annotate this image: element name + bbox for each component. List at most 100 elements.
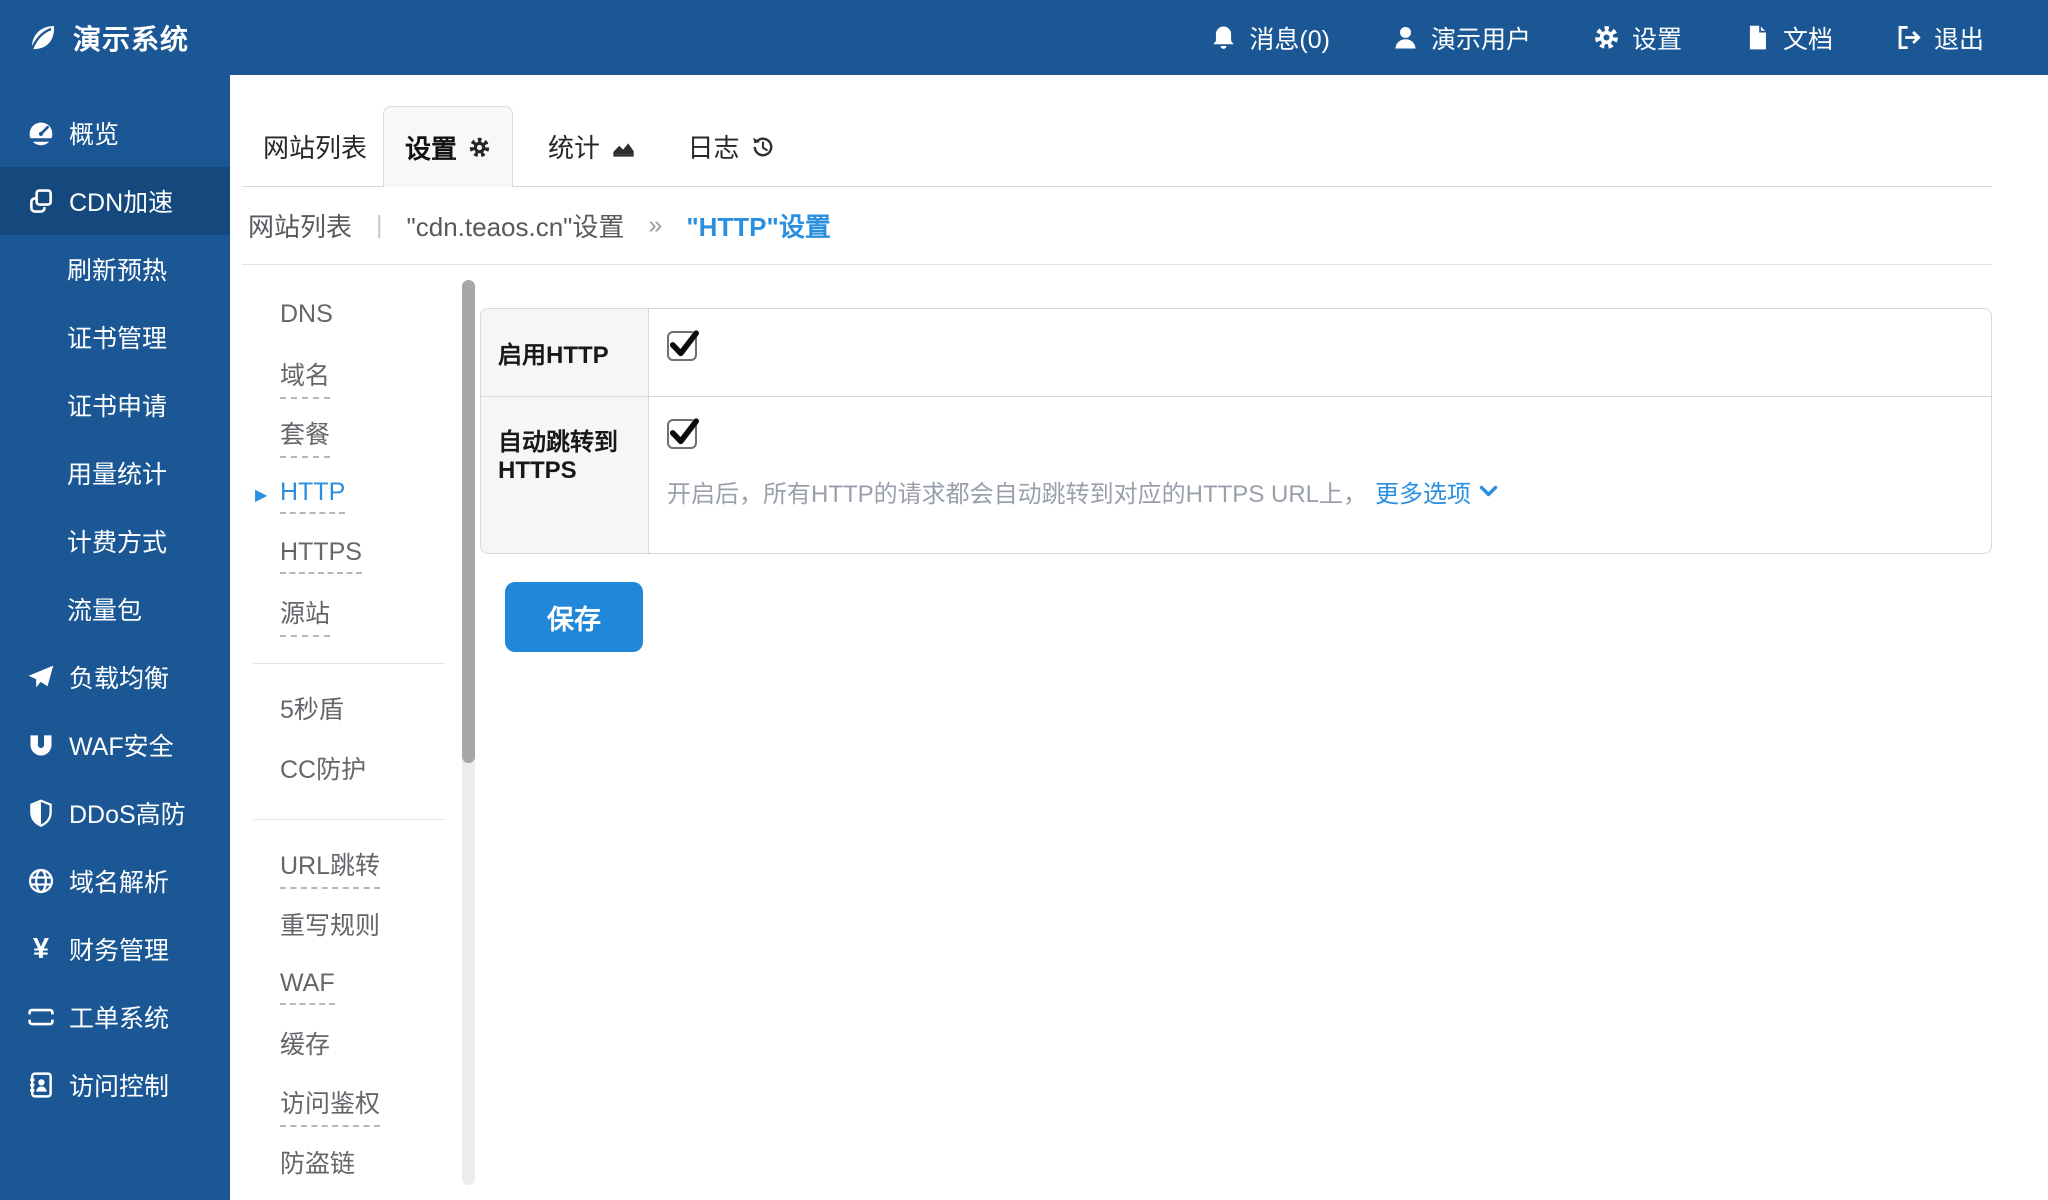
copy-icon [27, 187, 55, 215]
submenu-item-label: 防盗链 [280, 1144, 355, 1187]
globe-icon [27, 867, 55, 895]
bell-icon [1210, 24, 1237, 51]
submenu-item-cache[interactable]: 缓存 [255, 1017, 450, 1077]
submenu-item-cc-protect[interactable]: CC防护 [255, 742, 450, 802]
sidebar-item-billing-method[interactable]: 计费方式 [0, 507, 230, 575]
tabbar: 网站列表 设置 统计 [242, 75, 1992, 187]
breadcrumb-site-settings[interactable]: "cdn.teaos.cn"设置 [407, 207, 625, 244]
brand-title: 演示系统 [73, 18, 189, 58]
sidebar-item-label: WAF安全 [69, 727, 174, 763]
submenu-item-label: 访问鉴权 [280, 1084, 380, 1127]
submenu-item-5s-shield[interactable]: 5秒盾 [255, 682, 450, 742]
document-icon [1744, 24, 1771, 51]
tab-label: 日志 [687, 128, 739, 165]
settings-submenu: DNS 域名 套餐 ▶ HTTP HTTPS 源站 5秒盾 C [255, 288, 450, 1195]
sidebar-item-traffic-pack[interactable]: 流量包 [0, 575, 230, 643]
topbar-item-logout[interactable]: 退出 [1895, 20, 1984, 56]
sidebar-item-label: CDN加速 [69, 183, 173, 219]
topbar-item-label: 设置 [1632, 20, 1682, 56]
magnet-icon [27, 731, 55, 759]
topbar-menu: 消息(0) 演示用户 [1210, 20, 2048, 56]
sidebar-item-label: 证书管理 [67, 319, 167, 355]
setting-label-redirect-https: 自动跳转到HTTPS [481, 397, 649, 553]
tab-statistics[interactable]: 统计 [522, 106, 662, 187]
tab-website-list[interactable]: 网站列表 [250, 106, 380, 187]
sidebar-item-finance[interactable]: ¥ 财务管理 [0, 915, 230, 983]
topbar-item-label: 退出 [1934, 20, 1984, 56]
tab-logs[interactable]: 日志 [666, 106, 796, 187]
table-row: 启用HTTP [481, 309, 1991, 396]
submenu-divider [253, 819, 445, 820]
setting-value-cell: 开启后，所有HTTP的请求都会自动跳转到对应的HTTPS URL上， 更多选项 [649, 397, 1991, 553]
submenu-item-url-redirect[interactable]: URL跳转 [255, 838, 450, 898]
breadcrumb-website-list[interactable]: 网站列表 [248, 207, 352, 244]
sidebar-item-access-control[interactable]: 访问控制 [0, 1051, 230, 1119]
sidebar-item-cert-manage[interactable]: 证书管理 [0, 303, 230, 371]
redirect-https-checkbox[interactable] [667, 419, 697, 449]
sidebar-item-cert-apply[interactable]: 证书申请 [0, 371, 230, 439]
sidebar-item-label: 负载均衡 [69, 659, 169, 695]
breadcrumb-separator-arrows: » [648, 211, 662, 240]
submenu-item-plan[interactable]: 套餐 [255, 407, 450, 467]
topbar-item-messages[interactable]: 消息(0) [1210, 20, 1330, 56]
tab-label: 设置 [405, 129, 457, 166]
topbar-item-settings[interactable]: 设置 [1593, 20, 1682, 56]
user-icon [1392, 24, 1419, 51]
submenu-item-label: CC防护 [280, 750, 366, 793]
topbar-item-label: 文档 [1783, 20, 1833, 56]
submenu-item-label: 重写规则 [280, 906, 380, 949]
sidebar-item-refresh-preheat[interactable]: 刷新预热 [0, 235, 230, 303]
submenu-item-rewrite-rules[interactable]: 重写规则 [255, 898, 450, 958]
enable-http-checkbox[interactable] [667, 331, 697, 361]
content: 网站列表 设置 统计 [230, 75, 2048, 1200]
chart-icon [611, 134, 636, 159]
sidebar-item-label: 用量统计 [67, 455, 167, 491]
gear-icon [468, 136, 491, 159]
submenu-item-hotlink-protect[interactable]: 防盗链 [255, 1136, 450, 1196]
sidebar-item-ddos[interactable]: DDoS高防 [0, 779, 230, 847]
sidebar-item-tickets[interactable]: 工单系统 [0, 983, 230, 1051]
sidebar-item-label: 流量包 [67, 591, 142, 627]
sidebar-item-label: 证书申请 [67, 387, 167, 423]
scrollbar-thumb[interactable] [462, 280, 475, 763]
more-options-link[interactable]: 更多选项 [1375, 474, 1498, 509]
breadcrumb: 网站列表 | "cdn.teaos.cn"设置 » "HTTP"设置 [242, 187, 1992, 265]
submenu-item-https[interactable]: HTTPS [255, 526, 450, 586]
submenu-item-origin[interactable]: 源站 [255, 586, 450, 646]
paper-plane-icon [27, 663, 55, 691]
submenu-item-domain[interactable]: 域名 [255, 348, 450, 408]
logout-icon [1895, 24, 1922, 51]
sidebar-item-usage-stats[interactable]: 用量统计 [0, 439, 230, 507]
submenu-item-waf[interactable]: WAF [255, 957, 450, 1017]
breadcrumb-separator-pipe: | [376, 211, 383, 240]
breadcrumb-http-settings[interactable]: "HTTP"设置 [686, 207, 831, 244]
sidebar-item-label: 概览 [69, 115, 119, 151]
submenu-item-dns[interactable]: DNS [255, 288, 450, 348]
sidebar-item-overview[interactable]: 概览 [0, 99, 230, 167]
sidebar-item-label: 工单系统 [69, 999, 169, 1035]
sidebar-item-label: 财务管理 [69, 931, 169, 967]
sidebar-item-cdn[interactable]: CDN加速 [0, 167, 230, 235]
topbar-item-label: 消息(0) [1249, 20, 1330, 56]
sidebar: 概览 CDN加速 刷新预热 证书管理 证书申请 用量统计 计费方式 [0, 75, 230, 1200]
chevron-down-icon [1479, 485, 1498, 498]
active-pointer-icon: ▶ [255, 483, 267, 509]
sidebar-item-label: DDoS高防 [69, 795, 186, 831]
scrollbar-track[interactable] [462, 280, 475, 1185]
submenu-item-label: 缓存 [280, 1025, 330, 1068]
submenu-item-access-auth[interactable]: 访问鉴权 [255, 1076, 450, 1136]
yen-icon: ¥ [27, 935, 55, 963]
sidebar-item-label: 域名解析 [69, 863, 169, 899]
submenu-item-label: 源站 [280, 594, 330, 637]
submenu-divider [253, 663, 445, 664]
sidebar-item-dns-resolve[interactable]: 域名解析 [0, 847, 230, 915]
submenu-item-label: WAF [280, 969, 335, 1005]
tab-settings[interactable]: 设置 [383, 106, 513, 187]
topbar-item-docs[interactable]: 文档 [1744, 20, 1833, 56]
topbar-item-user[interactable]: 演示用户 [1392, 20, 1531, 56]
submenu-item-http[interactable]: ▶ HTTP [255, 467, 450, 527]
sidebar-item-waf[interactable]: WAF安全 [0, 711, 230, 779]
sidebar-item-load-balance[interactable]: 负载均衡 [0, 643, 230, 711]
save-button[interactable]: 保存 [505, 582, 643, 652]
redirect-https-description: 开启后，所有HTTP的请求都会自动跳转到对应的HTTPS URL上， 更多选项 [667, 474, 1991, 509]
